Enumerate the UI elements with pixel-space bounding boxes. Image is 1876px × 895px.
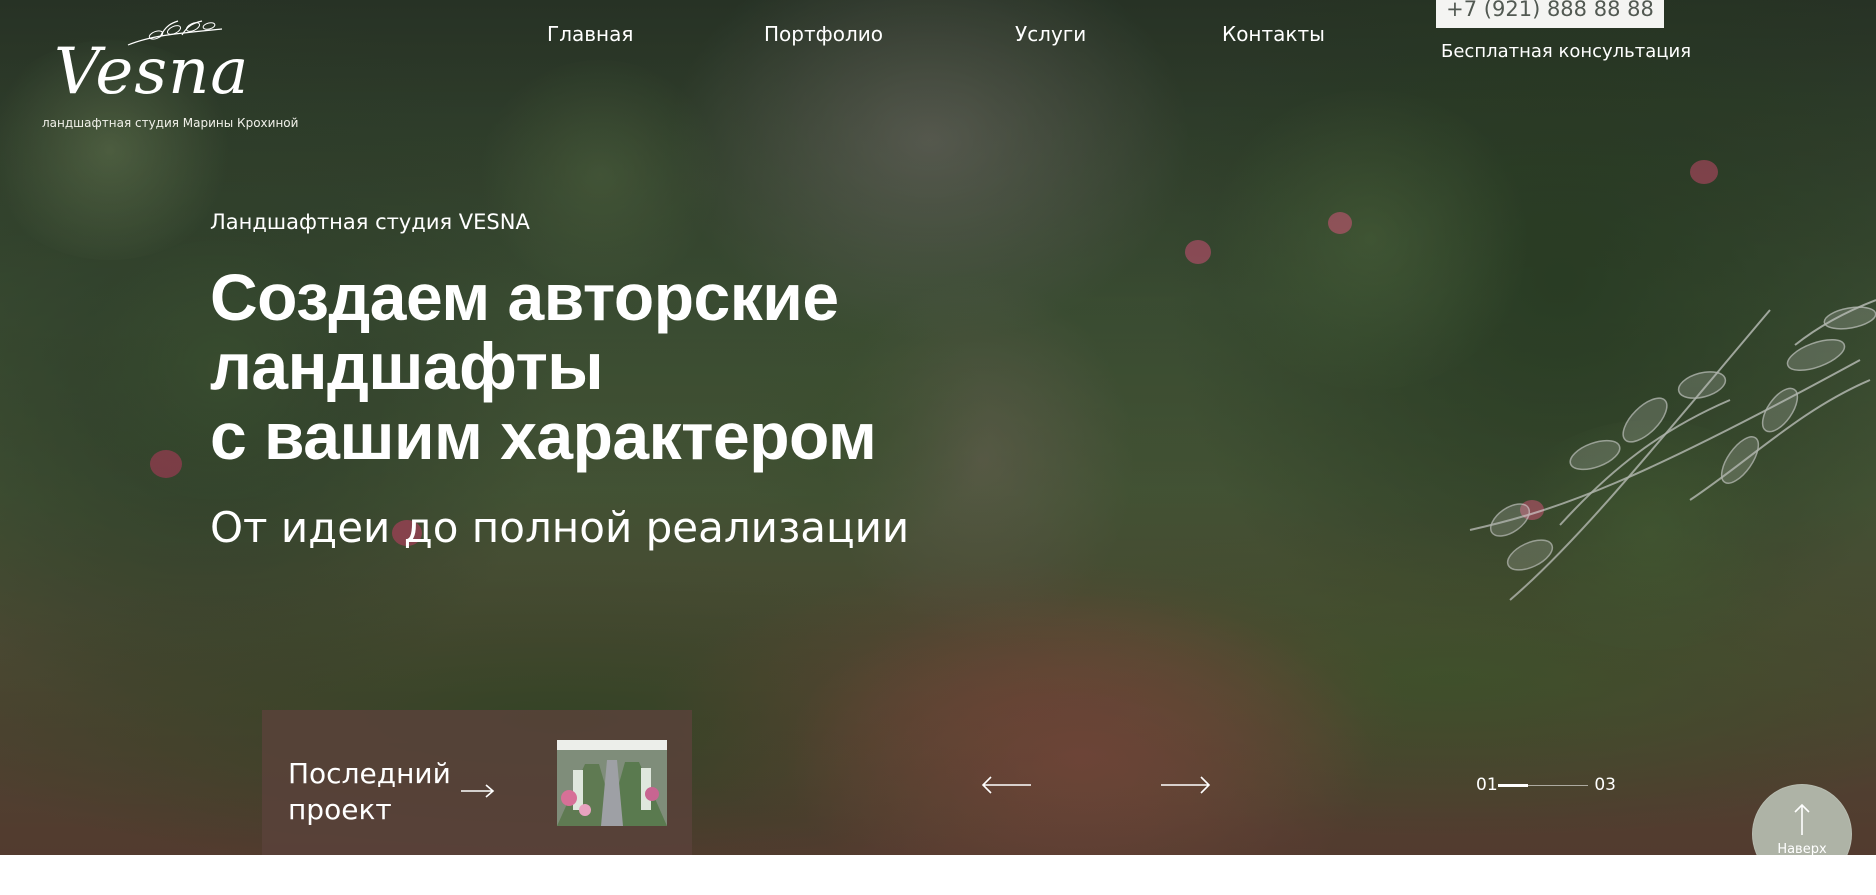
hero-section: Vesna ландшафтная студия Марины Крохиной… [0,0,1876,855]
arrow-up-icon [1794,803,1810,835]
slide-total: 03 [1594,775,1616,795]
latest-project-thumbnail[interactable] [557,740,667,826]
phone-button[interactable]: +7 (921) 888 88 88 [1436,0,1664,28]
brand-logo[interactable]: Vesna ландшафтная студия Марины Крохиной [42,12,298,132]
nav-item-portfolio[interactable]: Портфолио [764,22,883,46]
latest-project-card[interactable]: Последний проект [262,710,692,855]
free-consultation-link[interactable]: Бесплатная консультация [1441,41,1691,63]
hero-subtitle: От идеи до полной реализации [210,503,910,553]
page-bottom-strip [0,855,1876,895]
slide-counter: 01 03 [1476,775,1616,797]
latest-project-label: Последний проект [288,757,451,827]
nav-item-services[interactable]: Услуги [1015,22,1086,46]
brand-subtitle: ландшафтная студия Марины Крохиной [42,116,299,130]
nav-item-contacts[interactable]: Контакты [1222,22,1325,46]
arrow-left-icon[interactable] [977,770,1033,800]
hero-eyebrow: Ландшафтная студия VESNA [210,210,530,234]
arrow-right-icon[interactable] [1159,770,1215,800]
arrow-right-icon [461,784,495,798]
slide-progress [1498,784,1528,787]
garden-thumbnail-icon [557,740,667,826]
back-to-top-label: Наверх [1777,842,1827,855]
hero-copy: Ландшафтная студия VESNA Создаем авторск… [210,210,1170,551]
brand-name: Vesna [54,35,250,109]
slide-current: 01 [1476,775,1498,795]
hero-title: Создаем авторские ландшафты с вашим хара… [210,260,877,473]
nav-item-home[interactable]: Главная [547,22,633,46]
